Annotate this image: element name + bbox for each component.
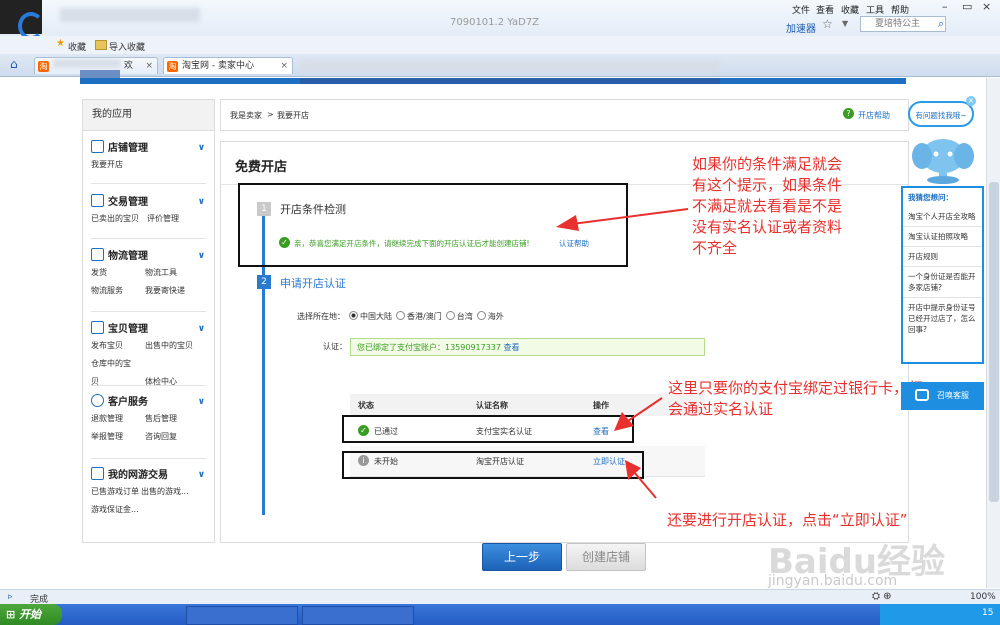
system-tray: 15 <box>880 604 1000 625</box>
arrow-1 <box>556 208 689 231</box>
faq-title: 我猜您想问： <box>908 193 953 202</box>
help-bubble[interactable]: 有问题找我哦~ <box>908 101 974 127</box>
zoom-level[interactable]: 100% <box>970 592 996 602</box>
faq-item[interactable]: 淘宝认证拍照攻略 <box>903 227 982 247</box>
annotation-arrows <box>556 208 689 499</box>
faq-item[interactable]: 一个身份证是否能开多家店铺? <box>903 267 982 298</box>
faq-item[interactable]: 淘宝个人开店全攻略 <box>903 207 982 227</box>
faq-item[interactable]: 开店规则 <box>903 247 982 267</box>
scrollbar-thumb[interactable] <box>989 182 999 502</box>
clock: 15 <box>982 608 994 618</box>
faq-item[interactable]: 开店中提示身份证号已经开过店了，怎么回事? <box>903 298 982 339</box>
call-service-button[interactable]: 召唤客服 <box>901 382 984 410</box>
status-bar: ▹ 完成 ⛭ ⊕ 100% <box>0 589 1000 605</box>
start-button[interactable]: ⊞ 开始 <box>0 604 62 625</box>
status-tool-icons: ⛭ ⊕ <box>872 591 892 602</box>
windows-logo-icon: ⊞ <box>6 608 16 621</box>
call-service-label: 召唤客服 <box>937 391 969 400</box>
status-icon: ▹ <box>8 592 13 602</box>
elephant-mascot-icon <box>912 134 974 184</box>
vertical-scrollbar[interactable] <box>986 78 1000 588</box>
watermark-url: jingyan.baidu.com <box>768 573 898 589</box>
arrow-3 <box>625 460 657 499</box>
taskbar <box>0 604 1000 625</box>
close-icon[interactable]: × <box>966 96 976 106</box>
taskbar-app-2[interactable] <box>302 606 414 625</box>
chat-icon <box>915 389 929 401</box>
taskbar-app-1[interactable] <box>186 606 298 625</box>
start-label: 开始 <box>19 608 42 621</box>
faq-panel: 我猜您想问： 淘宝个人开店全攻略 淘宝认证拍照攻略 开店规则 一个身份证是否能开… <box>901 186 984 364</box>
arrow-2 <box>614 397 663 431</box>
